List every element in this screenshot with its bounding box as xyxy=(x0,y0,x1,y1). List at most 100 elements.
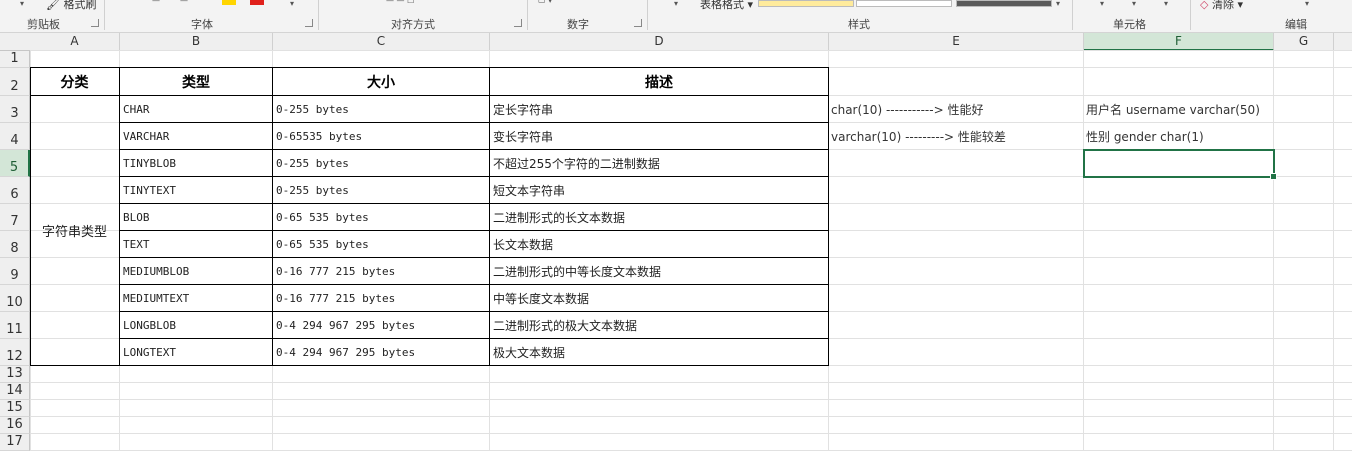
cell-style-normal[interactable] xyxy=(856,0,952,7)
active-cell-f5[interactable] xyxy=(1083,149,1277,180)
paste-dropdown-icon[interactable]: ▾ xyxy=(20,0,24,8)
row-header-15[interactable]: 15 xyxy=(0,400,30,417)
row-header-5[interactable]: 5 xyxy=(0,150,30,177)
number-format-icon[interactable]: ▭ ▾ xyxy=(538,0,552,5)
ribbon-separator xyxy=(527,0,528,30)
description-cell[interactable]: 二进制形式的长文本数据 xyxy=(490,204,829,231)
type-cell[interactable]: TINYBLOB xyxy=(120,150,273,177)
font-launcher-icon[interactable] xyxy=(305,19,313,27)
number-launcher-icon[interactable] xyxy=(634,19,642,27)
row-header-10[interactable]: 10 xyxy=(0,285,30,312)
row-header-2[interactable]: 2 xyxy=(0,68,30,96)
description-cell[interactable]: 二进制形式的极大文本数据 xyxy=(490,312,829,339)
size-cell[interactable]: 0-16 777 215 bytes xyxy=(273,258,490,285)
type-cell[interactable]: MEDIUMBLOB xyxy=(120,258,273,285)
description-cell[interactable]: 变长字符串 xyxy=(490,123,829,150)
row-header-17[interactable]: 17 xyxy=(0,434,30,451)
size-cell[interactable]: 0-65535 bytes xyxy=(273,123,490,150)
table-format-label: 表格格式 xyxy=(700,0,744,11)
column-header-C[interactable]: C xyxy=(273,33,490,50)
row-header-1[interactable]: 1 xyxy=(0,51,30,68)
row-header-13[interactable]: 13 xyxy=(0,366,30,383)
type-cell[interactable]: LONGTEXT xyxy=(120,339,273,366)
number-group-label: 数字 xyxy=(567,18,589,31)
type-cell[interactable]: TEXT xyxy=(120,231,273,258)
description-cell[interactable]: 定长字符串 xyxy=(490,96,829,123)
clipboard-launcher-icon[interactable] xyxy=(91,19,99,27)
description-cell[interactable]: 极大文本数据 xyxy=(490,339,829,366)
gridline-horizontal xyxy=(30,382,1352,383)
cell-styles-more-icon[interactable]: ▾ xyxy=(1056,0,1060,8)
ribbon-separator xyxy=(318,0,319,30)
description-cell[interactable]: 二进制形式的中等长度文本数据 xyxy=(490,258,829,285)
column-header-B[interactable]: B xyxy=(120,33,273,50)
size-cell[interactable]: 0-65 535 bytes xyxy=(273,231,490,258)
find-select-dropdown-icon[interactable]: ▾ xyxy=(1305,0,1309,8)
row-header-14[interactable]: 14 xyxy=(0,383,30,400)
styles-group-label: 样式 xyxy=(848,18,870,31)
column-header-E[interactable]: E xyxy=(829,33,1084,50)
insert-cells-dropdown-icon[interactable]: ▾ xyxy=(1100,0,1104,8)
row-header-4[interactable]: 4 xyxy=(0,123,30,150)
column-header-A[interactable]: A xyxy=(30,33,120,50)
type-cell[interactable]: BLOB xyxy=(120,204,273,231)
border-icon[interactable]: — xyxy=(152,0,160,5)
description-cell[interactable]: 短文本字符串 xyxy=(490,177,829,204)
header-size[interactable]: 大小 xyxy=(273,68,490,96)
header-description[interactable]: 描述 xyxy=(490,68,829,96)
cells-group-label: 单元格 xyxy=(1113,18,1146,31)
type-cell[interactable]: VARCHAR xyxy=(120,123,273,150)
note-e3[interactable]: char(10) -----------> 性能好 xyxy=(829,96,1084,123)
font-color-icon[interactable] xyxy=(250,0,264,5)
clipboard-group-label: 剪贴板 xyxy=(27,18,60,31)
align-icon[interactable]: — — ☐ xyxy=(386,0,414,5)
description-cell[interactable]: 不超过255个字符的二进制数据 xyxy=(490,150,829,177)
delete-cells-dropdown-icon[interactable]: ▾ xyxy=(1132,0,1136,8)
row-header-6[interactable]: 6 xyxy=(0,177,30,204)
row-header-9[interactable]: 9 xyxy=(0,258,30,285)
size-cell[interactable]: 0-255 bytes xyxy=(273,177,490,204)
size-cell[interactable]: 0-4 294 967 295 bytes xyxy=(273,312,490,339)
cell-style-neutral[interactable] xyxy=(758,0,854,7)
header-category[interactable]: 分类 xyxy=(30,68,120,96)
row-header-3[interactable]: 3 xyxy=(0,96,30,123)
type-cell[interactable]: CHAR xyxy=(120,96,273,123)
row-header-12[interactable]: 12 xyxy=(0,339,30,366)
size-cell[interactable]: 0-4 294 967 295 bytes xyxy=(273,339,490,366)
ribbon: ▾ 🖌 格式刷 剪贴板 — — ▾ 字体 — — ☐ 对齐方式 ▭ ▾ 数字 ▾… xyxy=(0,0,1352,33)
fill-handle[interactable] xyxy=(1270,173,1277,180)
cell-style-dark[interactable] xyxy=(956,0,1052,7)
underline-icon[interactable]: — xyxy=(180,0,188,5)
alignment-launcher-icon[interactable] xyxy=(514,19,522,27)
category-merged-cell[interactable]: 字符串类型 xyxy=(30,96,120,366)
format-cells-dropdown-icon[interactable]: ▾ xyxy=(1164,0,1168,8)
format-painter-button[interactable]: 🖌 格式刷 xyxy=(46,0,96,12)
description-cell[interactable]: 中等长度文本数据 xyxy=(490,285,829,312)
row-header-7[interactable]: 7 xyxy=(0,204,30,231)
size-cell[interactable]: 0-16 777 215 bytes xyxy=(273,285,490,312)
clear-button[interactable]: ◇ 清除 ▾ xyxy=(1200,0,1243,12)
note-f4[interactable]: 性别 gender char(1) xyxy=(1084,123,1274,150)
ribbon-separator xyxy=(104,0,105,30)
row-header-8[interactable]: 8 xyxy=(0,231,30,258)
type-cell[interactable]: TINYTEXT xyxy=(120,177,273,204)
header-type[interactable]: 类型 xyxy=(120,68,273,96)
row-header-11[interactable]: 11 xyxy=(0,312,30,339)
size-cell[interactable]: 0-65 535 bytes xyxy=(273,204,490,231)
note-f3[interactable]: 用户名 username varchar(50) xyxy=(1084,96,1274,123)
row-header-16[interactable]: 16 xyxy=(0,417,30,434)
highlight-color-icon[interactable] xyxy=(222,0,236,5)
size-cell[interactable]: 0-255 bytes xyxy=(273,150,490,177)
table-left-border xyxy=(30,67,31,366)
font-more-icon[interactable]: ▾ xyxy=(290,0,294,8)
description-cell[interactable]: 长文本数据 xyxy=(490,231,829,258)
conditional-format-dropdown-icon[interactable]: ▾ xyxy=(674,0,678,8)
note-e4[interactable]: varchar(10) ---------> 性能较差 xyxy=(829,123,1084,150)
column-header-D[interactable]: D xyxy=(490,33,829,50)
column-header-F[interactable]: F xyxy=(1084,33,1274,51)
type-cell[interactable]: LONGBLOB xyxy=(120,312,273,339)
size-cell[interactable]: 0-255 bytes xyxy=(273,96,490,123)
type-cell[interactable]: MEDIUMTEXT xyxy=(120,285,273,312)
table-format-button[interactable]: 表格格式 ▾ xyxy=(700,0,753,12)
column-header-G[interactable]: G xyxy=(1274,33,1334,50)
